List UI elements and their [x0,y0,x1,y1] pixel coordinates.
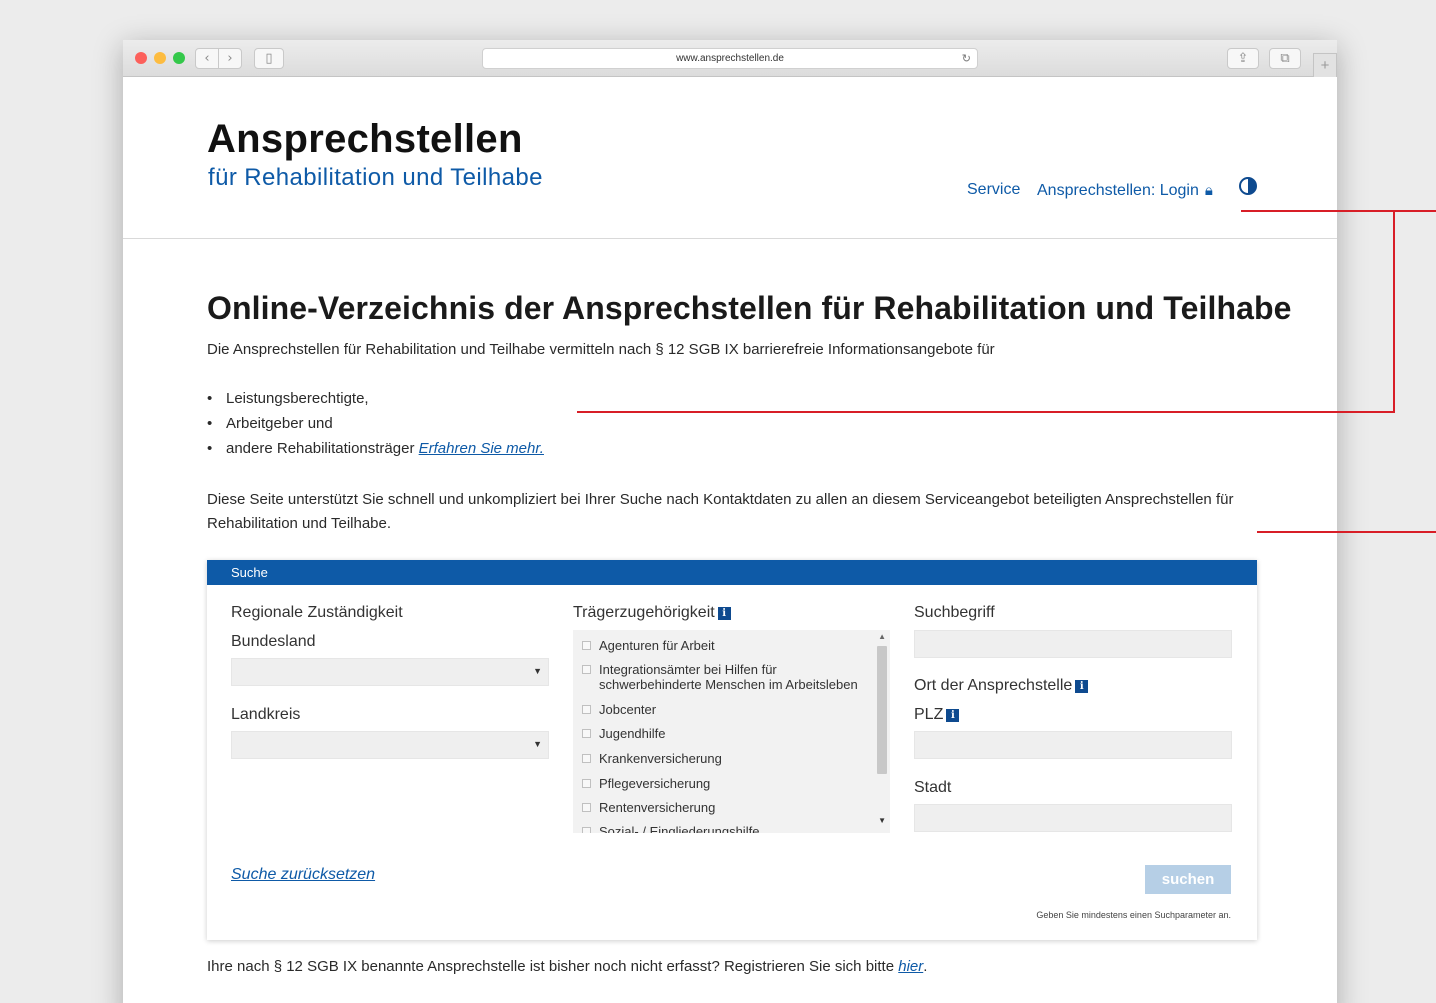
checkbox-icon[interactable] [582,665,591,674]
url-text: www.ansprechstellen.de [676,53,784,64]
ort-label: Ort der Ansprechstelle i [914,677,1089,695]
stadt-input[interactable] [914,804,1232,832]
annotation-line [577,411,1395,413]
browser-toolbar: ‹ › ▯ www.ansprechstellen.de ↻ ⇪ ⧉ + [123,40,1337,77]
info-icon[interactable]: i [946,709,960,722]
site-logo-title[interactable]: Ansprechstellen [207,117,523,162]
list-item: Leistungsberechtigte, [207,390,544,415]
reload-icon[interactable]: ↻ [962,52,971,65]
share-button[interactable]: ⇪ [1227,48,1259,69]
description-text: Diese Seite unterstützt Sie schnell und … [207,491,1234,532]
plz-input[interactable] [914,731,1232,759]
reset-search-link[interactable]: Suche zurücksetzen [231,866,375,884]
bundesland-select[interactable]: ▼ [231,658,549,686]
site-logo-subtitle[interactable]: für Rehabilitation und Teilhabe [208,164,543,192]
close-window-button[interactable] [135,52,147,64]
checkbox-icon[interactable] [582,779,591,788]
sidebar-toggle-button[interactable]: ▯ [254,48,284,69]
checkbox-jugendhilfe[interactable]: Jugendhilfe [573,726,873,751]
suchbegriff-label: Suchbegriff [914,604,995,621]
checkbox-icon[interactable] [582,754,591,763]
nav-service-link[interactable]: Service [967,181,1020,199]
regional-label: Regionale Zuständigkeit [231,604,403,621]
sidebar-icon: ▯ [265,51,273,66]
search-hint: Geben Sie mindestens einen Suchparameter… [1036,910,1231,920]
stadt-label: Stadt [914,779,952,796]
audience-list: Leistungsberechtigte, Arbeitgeber und an… [207,390,544,465]
checklist-items: Agenturen für Arbeit Integrationsämter b… [573,638,873,833]
forward-button[interactable]: › [218,48,242,69]
chevron-left-icon: ‹ [204,51,210,66]
register-link[interactable]: hier [898,958,923,975]
checkbox-rentenversicherung[interactable]: Rentenversicherung [573,800,873,824]
checkbox-sozialhilfe[interactable]: Sozial- / Eingliederungshilfe [573,824,873,833]
maximize-window-button[interactable] [173,52,185,64]
nav-login-link[interactable]: Ansprechstellen: Login 🔒︎ [1037,181,1213,200]
checkbox-pflegeversicherung[interactable]: Pflegeversicherung [573,776,873,800]
checkbox-krankenversicherung[interactable]: Krankenversicherung [573,751,873,776]
new-tab-button[interactable]: + [1313,53,1337,77]
plus-icon: + [1320,57,1330,74]
lock-icon: 🔒︎ [1204,181,1213,199]
annotation-line [1241,210,1436,212]
checkbox-icon[interactable] [582,641,591,650]
checkbox-agenturen[interactable]: Agenturen für Arbeit [573,638,873,662]
browser-window: ‹ › ▯ www.ansprechstellen.de ↻ ⇪ ⧉ + Ans… [123,40,1337,1003]
page-title: Online-Verzeichnis der Ansprechstellen f… [207,290,1292,326]
traeger-label: Trägerzugehörigkeit i [573,604,731,622]
checkbox-icon[interactable] [582,705,591,714]
checklist-scrollbar[interactable]: ▲ ▼ [875,630,890,833]
annotation-line [1257,531,1436,533]
chevron-down-icon: ▼ [533,739,542,749]
scroll-thumb[interactable] [877,646,887,774]
plz-label: PLZ i [914,706,960,724]
address-bar[interactable]: www.ansprechstellen.de ↻ [482,48,978,69]
traeger-checklist[interactable]: Agenturen für Arbeit Integrationsämter b… [573,630,890,833]
scroll-up-icon[interactable]: ▲ [878,632,886,641]
minimize-window-button[interactable] [154,52,166,64]
checkbox-icon[interactable] [582,729,591,738]
list-item: Arbeitgeber und [207,415,544,440]
annotation-line [1393,210,1395,413]
register-text: Ihre nach § 12 SGB IX benannte Ansprechs… [207,958,928,975]
scroll-down-icon[interactable]: ▼ [878,816,886,825]
list-item: andere Rehabilitationsträger Erfahren Si… [207,440,544,465]
chevron-right-icon: › [227,51,233,66]
back-button[interactable]: ‹ [195,48,219,69]
suchbegriff-input[interactable] [914,630,1232,658]
checkbox-integrationsaemter[interactable]: Integrationsämter bei Hilfen für schwerb… [573,662,873,702]
header-divider [123,238,1337,239]
intro-text: Die Ansprechstellen für Rehabilitation u… [207,341,995,358]
bundesland-label: Bundesland [231,633,316,650]
info-icon[interactable]: i [717,607,731,620]
contrast-toggle-icon[interactable] [1239,177,1257,195]
share-icon: ⇪ [1237,51,1249,66]
search-panel-header: Suche [207,560,1257,585]
search-panel: Suche Regionale Zuständigkeit Bundesland… [207,560,1257,940]
search-button[interactable]: suchen [1145,865,1231,894]
learn-more-link[interactable]: Erfahren Sie mehr. [419,440,544,457]
chevron-down-icon: ▼ [533,666,542,676]
tabs-icon: ⧉ [1280,51,1290,66]
info-icon[interactable]: i [1075,680,1089,693]
checkbox-icon[interactable] [582,803,591,812]
nav-login-label: Ansprechstellen: Login [1037,182,1199,199]
landkreis-select[interactable]: ▼ [231,731,549,759]
checkbox-jobcenter[interactable]: Jobcenter [573,702,873,726]
web-page: Ansprechstellen für Rehabilitation und T… [123,77,1337,1003]
tab-overview-button[interactable]: ⧉ [1269,48,1301,69]
landkreis-label: Landkreis [231,706,301,723]
checkbox-icon[interactable] [582,827,591,833]
